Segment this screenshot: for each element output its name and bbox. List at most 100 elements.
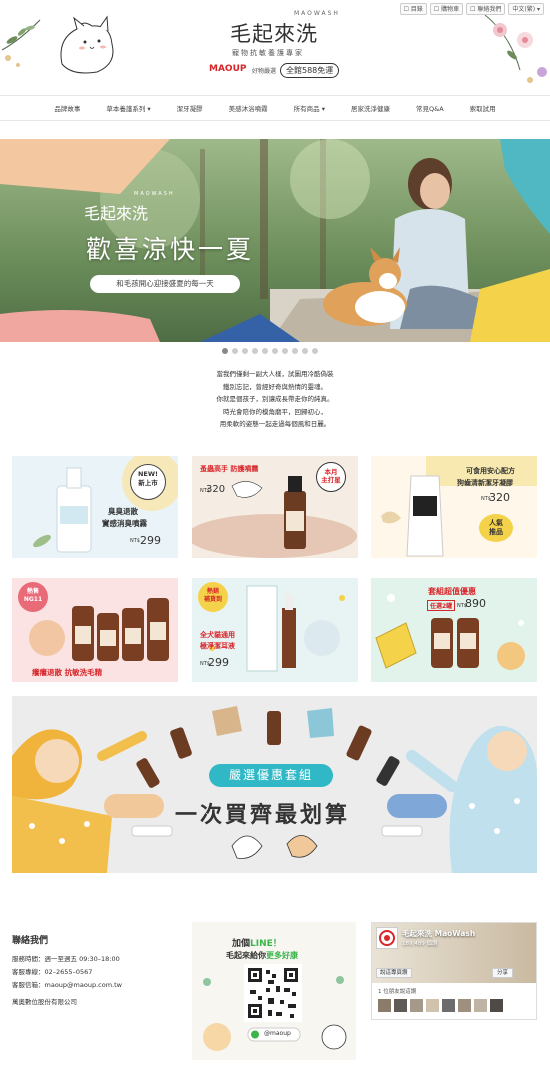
nav-dental-gel[interactable]: 潔牙凝膠: [164, 103, 216, 113]
carousel-dot[interactable]: [252, 348, 258, 354]
nav-bath-spray[interactable]: 美感沐浴噴霧: [216, 103, 281, 113]
carousel-dot[interactable]: [302, 348, 308, 354]
free-shipping-badge: 全館588免運: [280, 63, 340, 78]
hero-brand: 毛起來洗: [84, 204, 149, 223]
carousel-dot[interactable]: [262, 348, 268, 354]
nav-brand-story[interactable]: 品牌故事: [41, 103, 93, 113]
nav-herbal-series[interactable]: 草本養護系列 ▾: [93, 103, 163, 113]
intro-line: 鐵別忘記，曾經好奇與熱情的靈魂。: [223, 382, 327, 391]
carousel-dot[interactable]: [292, 348, 298, 354]
product-price: 320: [489, 491, 510, 504]
page: ☐ 目錄 ☐ 購物車 ☐ 聯絡我們 中文(繁) ▾ MAOWASH 毛起來洗 寵…: [0, 0, 550, 1083]
product-card-shampoo[interactable]: 熱售 NG11 癢癢退散 抗敏洗毛精: [12, 578, 178, 682]
maoup-logo[interactable]: MAOUP: [209, 64, 246, 74]
friend-avatar[interactable]: [410, 999, 423, 1012]
line-title-line: LINE！: [250, 939, 282, 949]
friend-avatar[interactable]: [426, 999, 439, 1012]
friend-avatar[interactable]: [394, 999, 407, 1012]
product-card-deodorant-spray[interactable]: NEW! 新上市 臭臭退散 實感消臭噴霧 NT$ 299: [12, 456, 178, 558]
product-card-bundle[interactable]: 套組超值優惠 任選2罐 NT$ 890: [371, 578, 537, 682]
restock-badge: 熱銷 補貨到: [203, 588, 222, 603]
carousel-dot[interactable]: [312, 348, 318, 354]
fb-share-button[interactable]: 分享: [492, 968, 514, 978]
product-title: 臭臭退散: [108, 507, 138, 516]
catalog-link[interactable]: ☐ 目錄: [399, 3, 427, 15]
fb-like-button[interactable]: 說這專頁讚: [376, 968, 412, 978]
top-links: ☐ 目錄 ☐ 購物車 ☐ 聯絡我們 中文(繁) ▾: [399, 3, 544, 15]
friend-avatar[interactable]: [458, 999, 471, 1012]
bundle-pill: 嚴選優惠套組: [209, 764, 333, 787]
line-subtitle-highlight: 更多好康: [266, 951, 298, 960]
carousel-dot[interactable]: [242, 348, 248, 354]
carousel-dot[interactable]: [232, 348, 238, 354]
intro-line: 時光會陪你的模角磨平，回歸初心，: [223, 407, 327, 416]
product-title: 全犬貓通用: [200, 631, 235, 639]
friend-avatar[interactable]: [442, 999, 455, 1012]
service-phone[interactable]: 客服專線：02–2655–0567: [12, 966, 92, 976]
line-subtitle-text: 毛起來給你: [226, 951, 266, 960]
popular-badge: 人氣 推品: [489, 519, 503, 536]
friend-avatar[interactable]: [490, 999, 503, 1012]
product-card-dental-gel[interactable]: 可食用安心配方 狗齒清新潔牙凝膠 NT$ 320 人氣 推品: [371, 456, 537, 558]
product-subtitle: 實感消臭噴霧: [102, 519, 147, 528]
product-title: 套組超值優惠: [428, 587, 476, 596]
facebook-page-widget[interactable]: 毛起來洗 MaoWash 189,489 個讚 說這專頁讚 分享 1 位朋友說這…: [371, 922, 537, 1020]
leaf-decoration-icon: [1, 19, 41, 67]
product-price: 890: [465, 597, 486, 610]
cat-illustration-icon: [60, 15, 114, 74]
fb-page-name[interactable]: 毛起來洗 MaoWash: [402, 928, 475, 939]
fb-friend-avatars: [378, 999, 503, 1012]
hot-badge: 熱售 NG11: [23, 588, 43, 603]
intro-line: 你就是個孩子，別讓成長帶走你的純真。: [216, 395, 334, 403]
product-price: 299: [140, 534, 161, 547]
line-logo-icon: [251, 1030, 259, 1039]
nav-home-cleaning[interactable]: 居家洗淨健康: [338, 103, 403, 113]
nav-faq[interactable]: 常見Q&A: [403, 103, 457, 113]
product-subtitle: 狗齒清新潔牙凝膠: [457, 479, 513, 487]
new-badge: NEW! 新上市: [137, 470, 158, 487]
contact-link[interactable]: ☐ 聯絡我們: [466, 3, 506, 15]
bundle-condition: 任選2罐: [427, 600, 456, 611]
product-card-ear-cleaner[interactable]: 熱銷 補貨到 全犬貓通用 極淨潔耳液 NT$ 299: [192, 578, 358, 682]
fb-avatar-logo-icon: [379, 930, 395, 946]
logo-en: MAOWASH: [294, 10, 340, 17]
line-id: @maoup: [264, 1030, 291, 1037]
language-select[interactable]: 中文(繁) ▾: [508, 3, 544, 15]
product-title: 蚤蟲高手 防護噴霧: [200, 465, 259, 473]
nav-trial[interactable]: 索取試用: [457, 103, 509, 113]
line-title: 加個LINE！: [232, 936, 282, 949]
product-subtitle: 極淨潔耳液: [200, 642, 235, 650]
friend-avatar[interactable]: [474, 999, 487, 1012]
product-title: 癢癢退散 抗敏洗毛精: [32, 668, 103, 677]
product-price: 299: [208, 656, 229, 669]
carousel-dot[interactable]: [282, 348, 288, 354]
tagline: 寵物抗敏養護專家: [232, 49, 304, 57]
service-email[interactable]: 客服信箱：maoup@maoup.com.tw: [12, 979, 122, 989]
carousel-dots: [222, 348, 318, 354]
intro-line: 用柔軟的姿態一起走過每個風和日麗。: [219, 420, 331, 428]
hero-illustration: [0, 139, 550, 342]
carousel-dot[interactable]: [222, 348, 228, 354]
site-logo[interactable]: 毛起來洗: [230, 18, 318, 48]
service-hours: 服務時間：週一至週五 09:30–18:00: [12, 955, 120, 963]
product-card-flea-spray[interactable]: 蚤蟲高手 防護噴霧 NT$ 320 本月 主打星: [192, 456, 358, 558]
hero-banner[interactable]: [0, 139, 550, 342]
friend-avatar[interactable]: [378, 999, 391, 1012]
cart-link[interactable]: ☐ 購物車: [429, 3, 464, 15]
hero-title: 歡喜涼快一夏: [86, 235, 255, 264]
fb-friends-like: 1 位朋友說這讚: [378, 989, 417, 995]
line-promo[interactable]: 加個LINE！ 毛起來給你更多好康 @maoup: [192, 922, 356, 1060]
intro-line: 當我們僅剩一副大人樣，試圖用冷酷偽裝: [216, 370, 334, 378]
fb-like-count: 189,489 個讚: [402, 941, 438, 947]
line-subtitle: 毛起來給你更多好康: [226, 950, 298, 961]
promo-badge: 本月 主打星: [321, 468, 341, 484]
product-price: 320: [206, 484, 226, 495]
contact-title: 聯絡我們: [12, 936, 49, 946]
line-title-text: 加個: [232, 939, 251, 949]
carousel-dot[interactable]: [272, 348, 278, 354]
hero-brand-en: MAOWASH: [134, 191, 175, 197]
nav-all-products[interactable]: 所有商品 ▾: [281, 103, 338, 113]
company-name: 萬奧數位股份有限公司: [12, 998, 77, 1006]
banner-title: 一次買齊最划算: [175, 803, 351, 828]
brand-intro: 當我們僅剩一副大人樣，試圖用冷酷偽裝 鐵別忘記，曾經好奇與熱情的靈魂。 你就是個…: [150, 368, 400, 431]
